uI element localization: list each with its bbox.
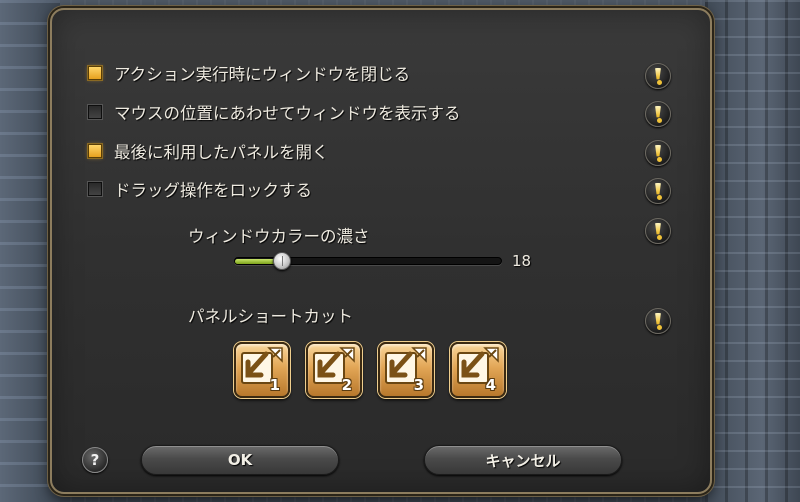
checkbox-lock-drag[interactable] <box>88 182 102 196</box>
exclamation-icon[interactable] <box>645 218 671 244</box>
panel-shortcut-button-1[interactable]: 1 <box>234 342 290 398</box>
ok-button-label: OK <box>227 451 253 469</box>
cancel-button-label: キャンセル <box>485 451 561 470</box>
ok-button[interactable]: OK <box>141 445 339 475</box>
checkbox-close-on-action[interactable] <box>88 66 102 80</box>
exclamation-icon[interactable] <box>645 308 671 334</box>
option-label: ドラッグ操作をロックする <box>114 181 312 200</box>
question-icon: ? <box>90 451 100 469</box>
panel-shortcut-button-2[interactable]: 2 <box>306 342 362 398</box>
checkbox-open-last-panel[interactable] <box>88 144 102 158</box>
option-open-last-panel[interactable]: 最後に利用したパネルを開く <box>88 140 329 162</box>
window-color-label: ウィンドウカラーの濃さ <box>188 227 370 246</box>
window-color-slider-handle[interactable] <box>273 252 291 270</box>
panel-shortcut-button-4[interactable]: 4 <box>450 342 506 398</box>
shortcut-number: 3 <box>413 376 424 394</box>
shortcut-number: 1 <box>269 376 280 394</box>
background-right <box>705 0 800 502</box>
checkbox-show-at-mouse[interactable] <box>88 105 102 119</box>
help-button[interactable]: ? <box>82 447 108 473</box>
shortcut-arrow-icon <box>241 347 283 384</box>
cancel-button[interactable]: キャンセル <box>424 445 622 475</box>
shortcut-arrow-icon <box>313 347 355 384</box>
panel-shortcut-label: パネルショートカット <box>188 307 353 326</box>
shortcut-arrow-icon <box>457 347 499 384</box>
exclamation-icon[interactable] <box>645 140 671 166</box>
shortcut-number: 2 <box>341 376 352 394</box>
option-label: マウスの位置にあわせてウィンドウを表示する <box>114 104 461 123</box>
window-color-value: 18 <box>512 252 532 270</box>
exclamation-icon[interactable] <box>645 63 671 89</box>
option-show-at-mouse[interactable]: マウスの位置にあわせてウィンドウを表示する <box>88 101 461 123</box>
option-close-on-action[interactable]: アクション実行時にウィンドウを閉じる <box>88 62 410 84</box>
exclamation-icon[interactable] <box>645 178 671 204</box>
option-label: アクション実行時にウィンドウを閉じる <box>114 65 411 84</box>
panel-shortcut-button-3[interactable]: 3 <box>378 342 434 398</box>
exclamation-icon[interactable] <box>645 101 671 127</box>
shortcut-number: 4 <box>485 376 496 394</box>
option-lock-drag[interactable]: ドラッグ操作をロックする <box>88 178 312 200</box>
shortcut-arrow-icon <box>385 347 427 384</box>
option-label: 最後に利用したパネルを開く <box>114 143 329 162</box>
